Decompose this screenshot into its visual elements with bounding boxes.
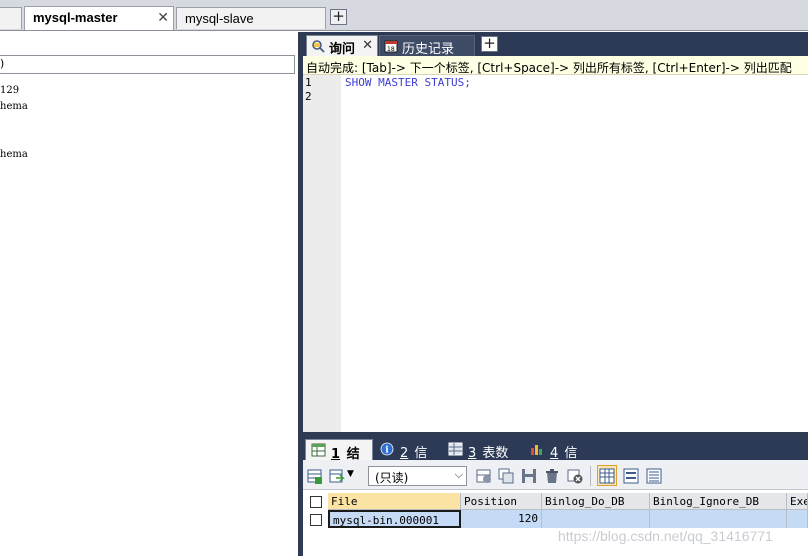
table-cell-file[interactable]: mysql-bin.000001 [328,510,461,528]
tab-history[interactable]: 18 历史记录 [379,35,475,57]
cancel-changes-icon[interactable] [567,468,583,484]
export-grid-icon[interactable] [329,468,345,484]
column-header-position[interactable]: Position [461,493,542,510]
query-tab-bar: 询问 ✕ 18 历史记录 + [303,32,808,57]
toolbar-separator [590,466,591,486]
grid-view-toggle[interactable] [597,465,617,486]
column-header-file[interactable]: File [328,493,461,510]
connection-tab-label: mysql-master [33,10,118,25]
filter-text: ) [0,57,6,70]
tree-item[interactable]: hema [0,149,28,160]
query-panel: 询问 ✕ 18 历史记录 + 自动完成: [Tab]-> 下一个标签, [Ctr… [303,32,808,556]
sql-editor[interactable]: 1 SHOW MASTER STATUS; 2 [303,75,808,462]
mode-select-value: (只读) [375,471,409,485]
form-view-icon[interactable] [623,468,639,484]
result-grid: File Position Binlog_Do_DB Binlog_Ignore… [303,490,808,556]
new-connection-plus-icon[interactable]: + [330,9,347,25]
tab-result[interactable]: 1 结果 [305,439,373,481]
chevron-down-icon: ⌵ [454,468,463,481]
table-cell-binlog-do-db[interactable] [542,510,650,528]
line-number-gutter [303,75,341,462]
grid-view-icon [599,468,615,484]
tree-item[interactable]: hema [0,101,28,112]
tab-messages[interactable]: 4 信息 [525,439,589,480]
result-toolbar: ▼ (只读) ⌵ [303,460,808,490]
tab-number: 4 [550,446,559,461]
tree-item[interactable]: 129 [0,85,19,96]
line-number: 1 [305,76,312,89]
select-all-checkbox[interactable] [310,496,322,508]
line-number: 2 [305,90,312,103]
new-tab-plus-icon[interactable]: + [481,36,498,52]
read-only-mode-select[interactable]: (只读) ⌵ [368,466,467,486]
object-filter-input[interactable]: ) [0,55,295,74]
table-cell-executed-gtid[interactable] [787,510,808,528]
connection-tab-label: mysql-slave [185,11,254,26]
table-cell-position[interactable]: 120 [461,510,542,528]
tab-label: 历史记录 [402,42,455,57]
result-tab-bar: 1 结果 i 2 信息 3 表数据 [303,437,808,481]
column-header-executed-gtid[interactable]: Exe [787,493,808,510]
connection-tab-bar: mysql-master ✕ mysql-slave + [0,0,808,31]
add-row-icon[interactable] [307,468,323,484]
autocomplete-hint: 自动完成: [Tab]-> 下一个标签, [Ctrl+Space]-> 列出所有… [306,61,792,75]
connection-tab-mysql-slave[interactable]: mysql-slave [176,7,326,29]
history-icon: 18 [384,40,398,53]
delete-icon[interactable] [544,468,560,484]
text-view-icon[interactable] [646,468,662,484]
duplicate-row-icon[interactable] [498,468,514,484]
table-cell-binlog-ignore-db[interactable] [650,510,787,528]
object-browser-panel: ) 129 hema hema [0,32,298,556]
table-data-icon [448,442,463,456]
insert-row-icon[interactable] [476,468,492,484]
column-header-binlog-do-db[interactable]: Binlog_Do_DB [542,493,650,510]
query-icon [312,40,325,53]
chevron-down-icon[interactable]: ▼ [347,469,354,479]
close-icon[interactable]: ✕ [362,38,373,53]
tab-query[interactable]: 询问 ✕ [306,35,378,57]
close-icon[interactable]: ✕ [157,10,169,24]
tab-number: 3 [468,446,477,461]
tab-info[interactable]: i 2 信息 [375,439,439,480]
connection-tab-mysql-master[interactable]: mysql-master ✕ [24,6,174,30]
svg-text:18: 18 [387,46,395,53]
watermark-text: https://blog.csdn.net/qq_31416771 [558,528,773,544]
save-icon[interactable] [521,468,537,484]
svg-text:i: i [385,446,389,456]
tab-table-data[interactable]: 3 表数据 [443,439,521,480]
result-grid-icon [311,443,326,457]
tab-number: 2 [400,446,409,461]
autocomplete-hint-bar: 自动完成: [Tab]-> 下一个标签, [Ctrl+Space]-> 列出所有… [303,56,808,75]
messages-icon [531,445,542,455]
tab-label: 询问 [329,42,356,57]
connection-tab-partial[interactable] [0,7,22,29]
row-checkbox[interactable] [310,514,322,526]
code-line[interactable]: SHOW MASTER STATUS; [345,76,471,89]
info-icon: i [380,442,394,456]
column-header-binlog-ignore-db[interactable]: Binlog_Ignore_DB [650,493,787,510]
